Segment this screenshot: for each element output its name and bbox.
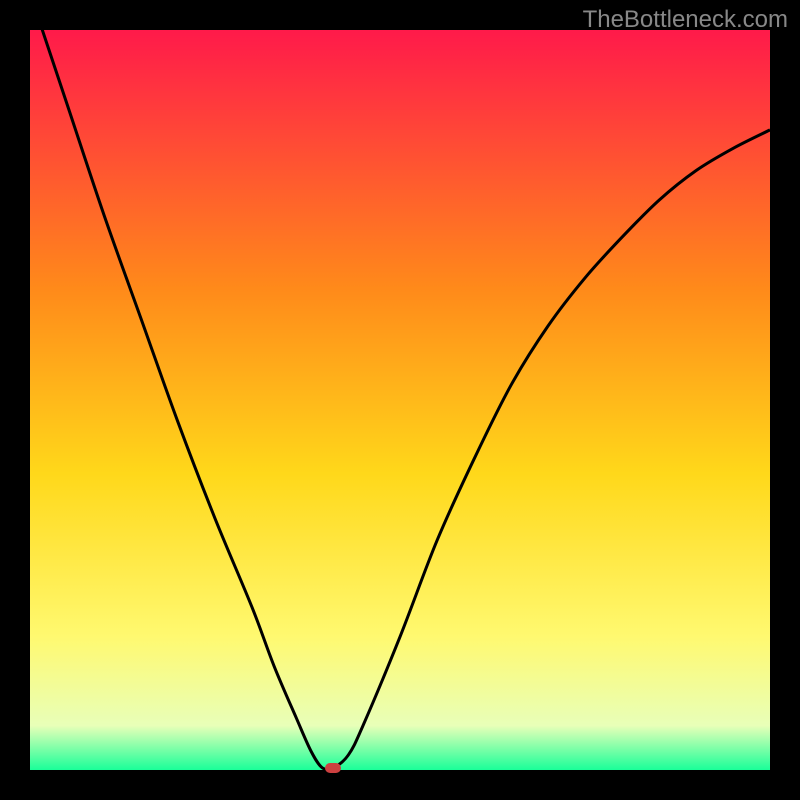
optimal-marker: [325, 763, 341, 773]
plot-area: [30, 30, 770, 770]
bottleneck-curve: [30, 30, 770, 770]
watermark-text: TheBottleneck.com: [583, 6, 788, 34]
chart-container: TheBottleneck.com: [0, 0, 800, 800]
